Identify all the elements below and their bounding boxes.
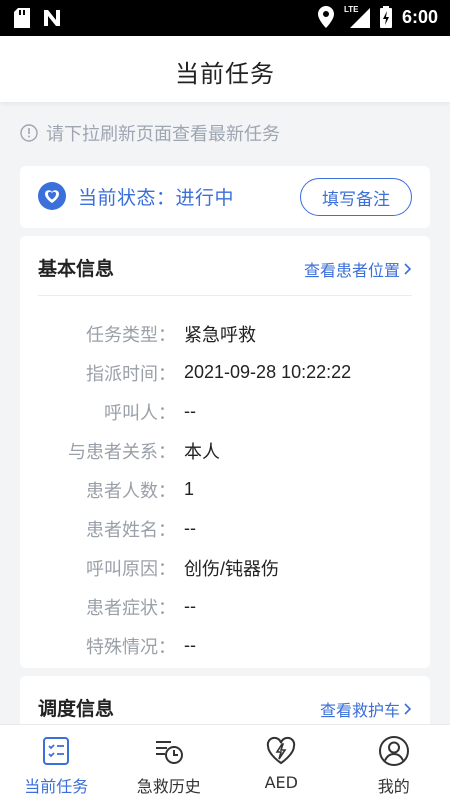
aed-heart-icon (267, 736, 296, 765)
info-row-value: 紧急呼救 (184, 324, 256, 345)
info-row-value: 本人 (184, 441, 220, 462)
info-row-value: 1 (184, 479, 195, 499)
task-status: 当前状态：进行中 (78, 186, 235, 209)
write-note-button[interactable]: 填写备注 (300, 178, 412, 216)
info-row-label: 与患者关系： (68, 441, 176, 463)
info-row: 呼叫人： -- (20, 392, 430, 431)
info-row: 患者人数： 1 (20, 470, 430, 509)
info-row: 任务类型： 紧急呼救 (20, 314, 430, 353)
task-list-icon (43, 737, 70, 765)
view-ambulance-label: 查看救护车 (319, 701, 400, 720)
info-row-label: 患者症状： (86, 597, 176, 619)
signal-icon: LTE (344, 5, 370, 28)
notice-text: 请下拉刷新页面查看最新任务 (46, 124, 280, 145)
nav-label-profile: 我的 (377, 777, 410, 796)
nav-label-current-task: 当前任务 (24, 777, 89, 796)
app-header: 当前任务 (0, 36, 450, 102)
basic-info-card: 基本信息 查看患者位置 任务类型： 紧急呼救 指派时间： 2021-09-28 10:… (20, 236, 430, 668)
profile-icon (378, 736, 409, 766)
clock: 6:00 (401, 6, 438, 27)
nav-rescue-history[interactable]: 急救历史 (113, 725, 226, 800)
nav-aed[interactable]: AED (225, 725, 338, 800)
page-title: 当前任务 (175, 60, 275, 88)
chevron-right-icon (404, 703, 412, 715)
status-bar: LTE 6:00 (0, 0, 450, 36)
basic-info-rows: 任务类型： 紧急呼救 指派时间： 2021-09-28 10:22:22 呼叫人： -- 与… (20, 314, 430, 665)
info-row-label: 患者姓名： (86, 519, 176, 541)
status-card: 当前状态：进行中 填写备注 (20, 166, 430, 228)
chevron-right-icon (404, 263, 412, 275)
info-row-label: 任务类型： (86, 324, 176, 346)
view-patient-location-link[interactable]: 查看患者位置 (304, 257, 412, 281)
info-row-label: 患者人数： (86, 480, 176, 502)
info-row: 特殊情况： -- (20, 626, 430, 665)
nav-label-aed: AED (264, 773, 298, 792)
n-notification-icon (44, 10, 60, 26)
info-row: 呼叫原因： 创伤/钝器伤 (20, 548, 430, 587)
info-row: 患者姓名： -- (20, 509, 430, 548)
info-row: 患者症状： -- (20, 587, 430, 626)
battery-icon (379, 6, 392, 28)
heart-status-icon (38, 182, 66, 210)
nav-label-rescue-history: 急救历史 (136, 777, 201, 796)
bottom-navigation: 当前任务 急救历史 AED 我的 (0, 724, 450, 800)
info-row-value: -- (184, 401, 196, 421)
info-circle-icon (20, 124, 38, 142)
nav-profile[interactable]: 我的 (338, 725, 450, 800)
refresh-notice: 请下拉刷新页面查看最新任务 (20, 120, 280, 146)
history-icon (155, 741, 183, 764)
info-row-label: 指派时间： (86, 363, 176, 385)
info-row: 与患者关系： 本人 (20, 431, 430, 470)
info-row: 指派时间： 2021-09-28 10:22:22 (20, 353, 430, 392)
location-icon (317, 6, 334, 28)
info-row-label: 特殊情况： (86, 636, 176, 658)
info-row-value: 创伤/钝器伤 (184, 558, 280, 579)
nav-current-task[interactable]: 当前任务 (0, 725, 113, 800)
info-row-label: 呼叫原因： (86, 558, 176, 580)
dispatch-info-title: 调度信息 (38, 698, 115, 720)
info-row-value: -- (184, 596, 196, 616)
info-row-value: -- (184, 635, 196, 655)
view-ambulance-link[interactable]: 查看救护车 (320, 697, 412, 721)
basic-info-title: 基本信息 (38, 258, 115, 280)
basic-info-header: 基本信息 查看患者位置 (38, 236, 412, 296)
info-row-value: -- (184, 518, 196, 538)
sd-card-icon (14, 8, 30, 28)
view-patient-location-label: 查看患者位置 (303, 261, 400, 280)
info-row-value: 2021-09-28 10:22:22 (184, 362, 352, 382)
info-row-label: 呼叫人： (104, 402, 176, 424)
